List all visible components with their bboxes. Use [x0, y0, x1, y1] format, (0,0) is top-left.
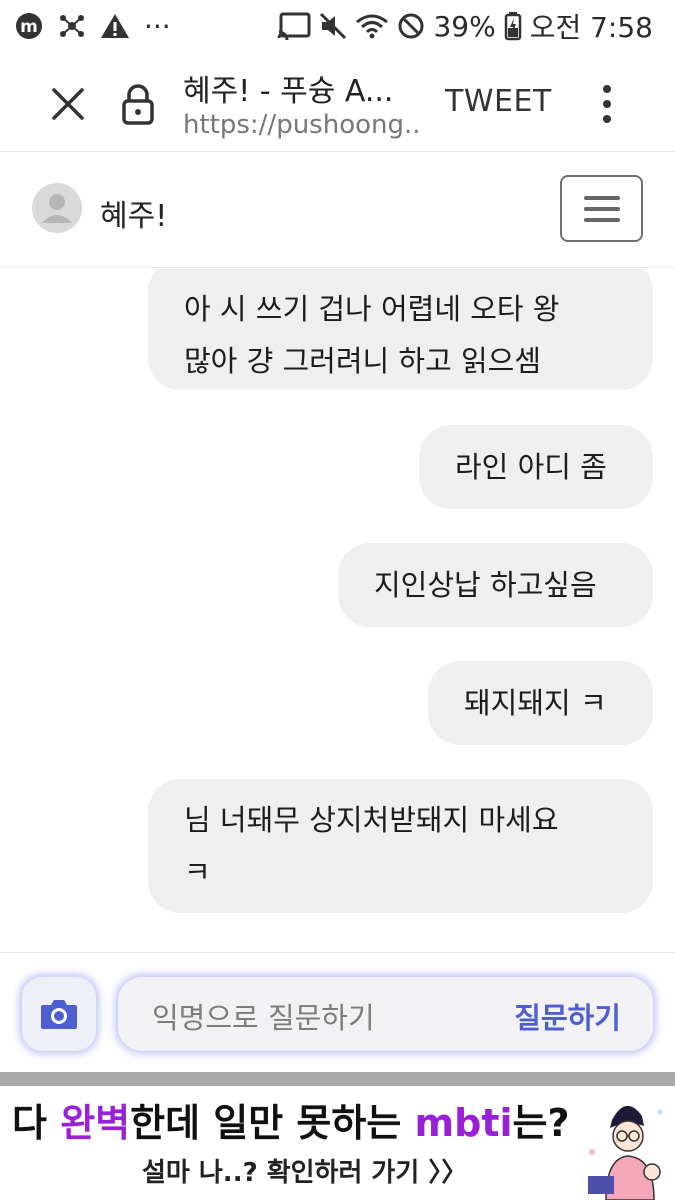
warning-icon [101, 14, 129, 38]
message-line: 님 너돼무 상지처받돼지 마세요 [184, 803, 559, 837]
question-input-placeholder[interactable]: 익명으로 질문하기 [152, 995, 375, 1037]
message-line: 지인상납 하고싶음 [374, 568, 597, 602]
network-icon [60, 15, 84, 37]
cast-icon [277, 12, 311, 40]
message-bubble: 라인 아디 좀 [419, 425, 653, 509]
close-icon[interactable] [46, 82, 90, 126]
message-bubble: 지인상납 하고싶음 [338, 543, 653, 627]
message-line: 돼지돼지 ㅋ [464, 686, 607, 720]
lock-icon[interactable] [120, 82, 156, 126]
ad-headline-highlight: 완벽 [60, 1101, 131, 1145]
ad-headline-part: 는? [512, 1101, 570, 1145]
more-notifications: ··· [144, 9, 171, 43]
hamburger-menu-button[interactable] [560, 175, 643, 242]
message-list[interactable]: 아 시 쓰기 겁나 어렵네 오타 왕 많아 걍 그러려니 하고 읽으셈 라인 아… [0, 269, 675, 951]
message-line: ㅋ [184, 855, 211, 889]
ad-headline[interactable]: 다 완벽한데 일만 못하는 mbti는? [12, 1092, 570, 1147]
camera-icon [41, 1000, 77, 1029]
default-avatar-icon [42, 194, 72, 223]
profile-name: 혜주! [100, 199, 168, 234]
svg-text:m: m [20, 17, 38, 37]
clock: 오전 7:58 [529, 11, 653, 44]
message-bubble: 님 너돼무 상지처받돼지 마세요 ㅋ [148, 779, 653, 913]
ad-headline-highlight: mbti [414, 1101, 513, 1145]
status-right-icons: 39% 오전 7:58 [277, 6, 653, 46]
ad-headline-part: 한데 일만 못하는 [130, 1101, 415, 1145]
tweet-button[interactable]: TWEET [445, 84, 552, 119]
page-title: 혜주! - 푸슝 A... [183, 74, 394, 109]
hamburger-line [583, 217, 620, 222]
overflow-menu-icon[interactable] [590, 80, 624, 128]
ask-question-button[interactable]: 질문하기 [514, 995, 621, 1037]
browser-toolbar: 혜주! - 푸슝 A... https://pushoong.... TWEET [0, 52, 675, 152]
status-left-icons: m ··· [14, 10, 171, 43]
page-url[interactable]: https://pushoong.... [183, 110, 423, 140]
question-composer: 익명으로 질문하기 질문하기 [0, 952, 675, 1072]
ad-divider [0, 1072, 675, 1086]
mute-icon [320, 12, 347, 40]
avatar[interactable] [32, 183, 82, 233]
camera-button[interactable] [22, 977, 96, 1051]
ad-character-illustration [588, 1105, 663, 1200]
ad-banner[interactable]: 다 완벽한데 일만 못하는 mbti는? 설마 나..? 확인하러 가기 〉〉 [0, 1086, 675, 1200]
battery-icon [504, 12, 521, 41]
ad-headline-part: 다 [12, 1101, 61, 1145]
message-line: 아 시 쓰기 겁나 어렵네 오타 왕 [184, 292, 560, 326]
message-bubble: 아 시 쓰기 겁나 어렵네 오타 왕 많아 걍 그러려니 하고 읽으셈 [148, 269, 653, 390]
wifi-icon [356, 14, 389, 39]
hamburger-line [583, 206, 620, 211]
do-not-disturb-icon [398, 13, 424, 39]
message-line: 많아 걍 그러려니 하고 읽으셈 [184, 344, 542, 378]
question-input[interactable]: 익명으로 질문하기 질문하기 [118, 977, 653, 1051]
ad-cta-text[interactable]: 설마 나..? 확인하러 가기 〉〉 [142, 1152, 467, 1189]
profile-header: 혜주! [0, 153, 675, 268]
status-bar: m ··· 39% 오전 7:58 [0, 0, 675, 52]
message-bubble: 돼지돼지 ㅋ [428, 661, 653, 745]
battery-percent: 39% [433, 9, 496, 43]
m-app-icon: m [16, 13, 42, 39]
hamburger-line [583, 195, 620, 200]
message-line: 라인 아디 좀 [455, 450, 607, 484]
